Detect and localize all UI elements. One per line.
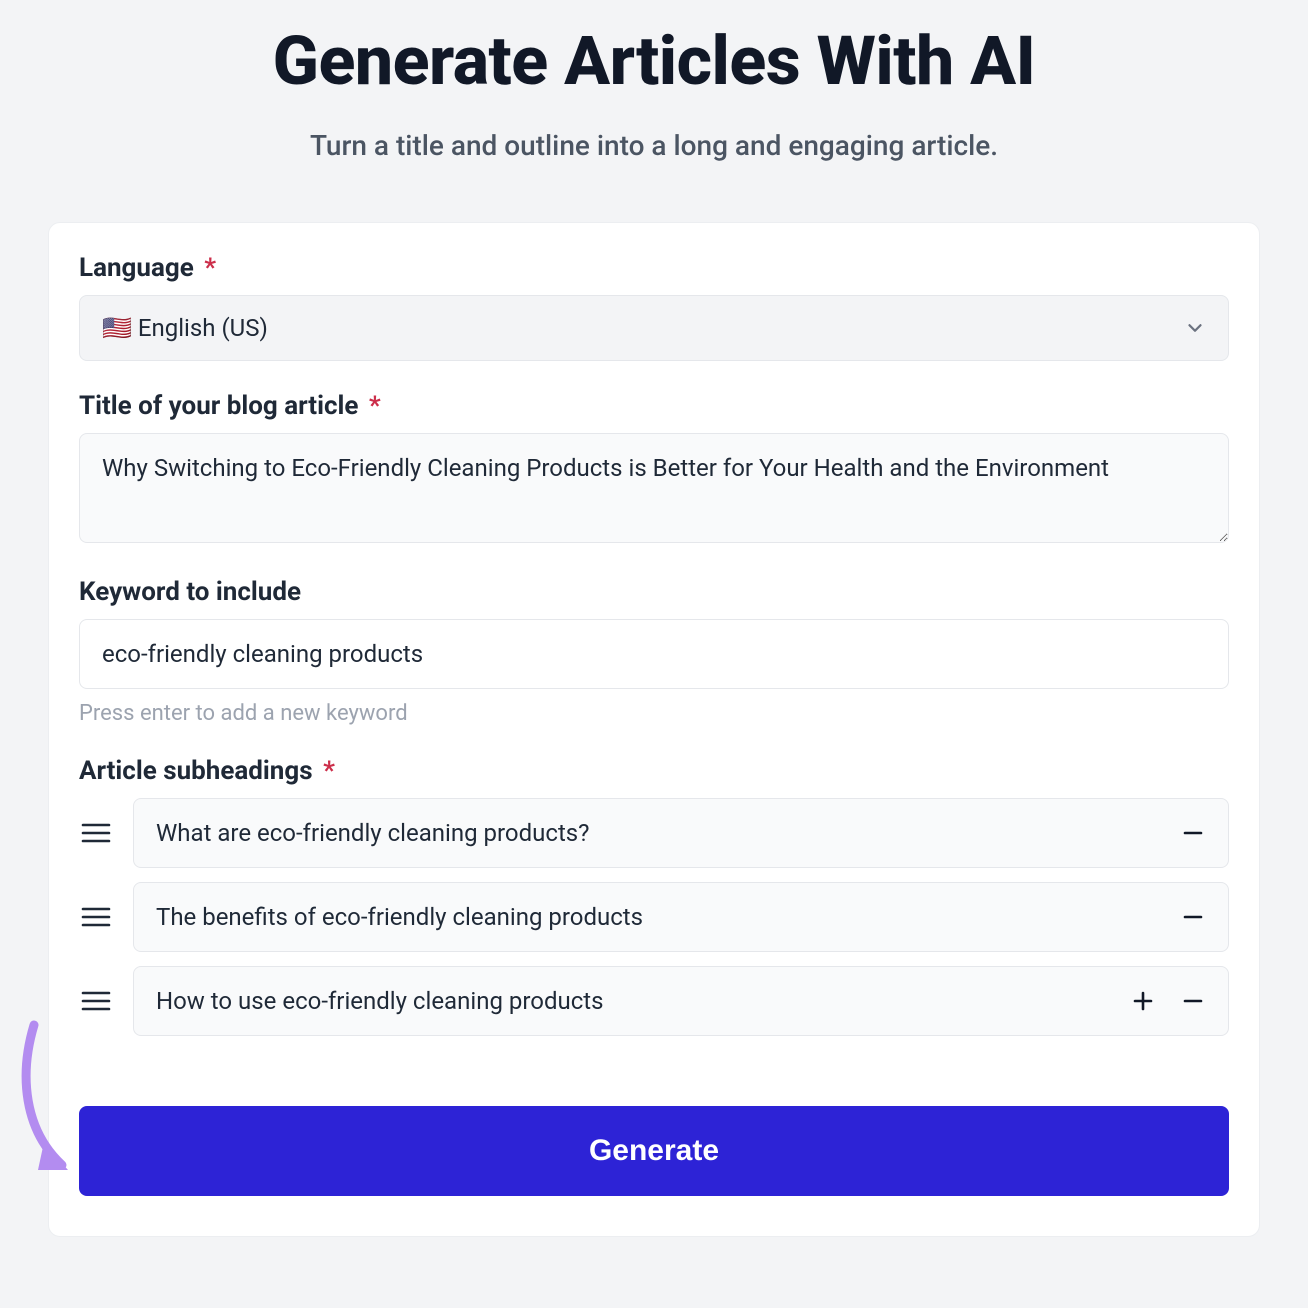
subheading-input[interactable] <box>156 819 1180 847</box>
subheadings-label-text: Article subheadings <box>79 756 313 786</box>
language-select[interactable]: 🇺🇸 English (US) <box>79 295 1229 361</box>
keyword-label: Keyword to include <box>79 577 1229 607</box>
add-subheading-icon[interactable] <box>1130 988 1156 1014</box>
subheadings-label: Article subheadings * <box>79 756 1229 786</box>
subheading-input[interactable] <box>156 903 1180 931</box>
title-label: Title of your blog article * <box>79 391 1229 421</box>
generator-form: Language * 🇺🇸 English (US) Title of your… <box>48 222 1260 1237</box>
page-subtitle: Turn a title and outline into a long and… <box>154 129 1154 162</box>
required-mark: * <box>323 756 335 786</box>
drag-handle-icon[interactable] <box>79 905 113 929</box>
remove-subheading-icon[interactable] <box>1180 904 1206 930</box>
generate-button[interactable]: Generate <box>79 1106 1229 1196</box>
language-label: Language * <box>79 253 1229 283</box>
title-input[interactable] <box>79 433 1229 543</box>
keyword-hint: Press enter to add a new keyword <box>79 701 1229 726</box>
chevron-down-icon <box>1184 317 1206 339</box>
remove-subheading-icon[interactable] <box>1180 820 1206 846</box>
page-title: Generate Articles With AI <box>154 24 1154 99</box>
drag-handle-icon[interactable] <box>79 821 113 845</box>
language-label-text: Language <box>79 253 194 283</box>
required-mark: * <box>204 253 216 283</box>
subheading-input[interactable] <box>156 987 1130 1015</box>
keyword-input[interactable]: eco-friendly cleaning products <box>79 619 1229 689</box>
required-mark: * <box>369 391 381 421</box>
language-value: 🇺🇸 English (US) <box>102 314 268 342</box>
drag-handle-icon[interactable] <box>79 989 113 1013</box>
remove-subheading-icon[interactable] <box>1180 988 1206 1014</box>
title-label-text: Title of your blog article <box>79 391 358 421</box>
